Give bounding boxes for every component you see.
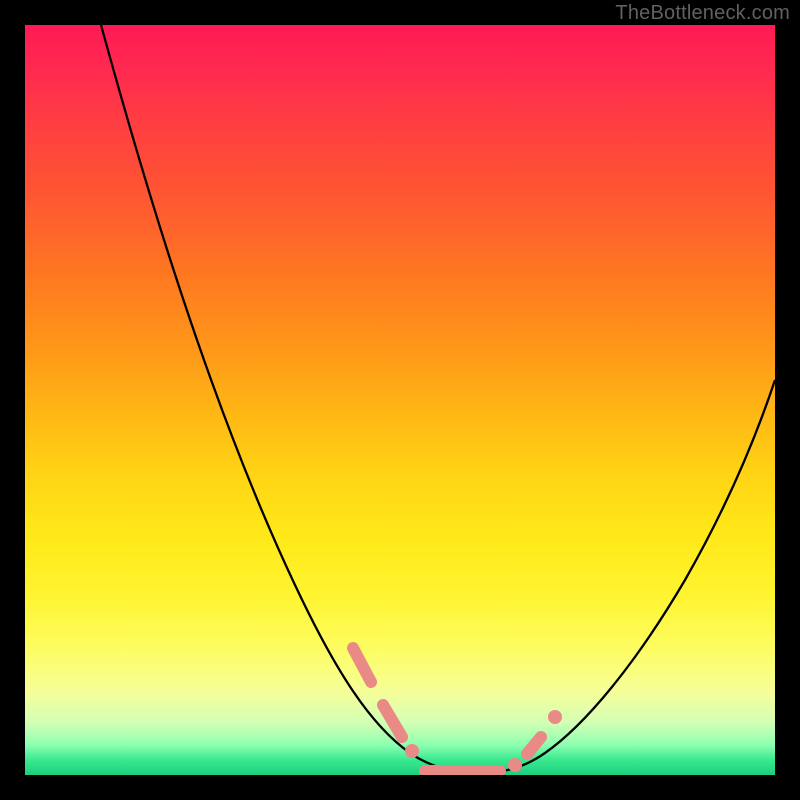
marker-dot-3 bbox=[548, 710, 562, 724]
watermark-text: TheBottleneck.com bbox=[615, 2, 790, 25]
marker-capsule-3 bbox=[527, 737, 541, 754]
plot-area bbox=[25, 25, 775, 775]
bottleneck-curve-svg bbox=[25, 25, 775, 775]
curve-right-branch bbox=[480, 380, 775, 773]
marker-dot-1 bbox=[405, 744, 419, 758]
marker-capsule-1 bbox=[353, 648, 371, 682]
marker-dot-2 bbox=[508, 758, 522, 772]
curve-left-branch bbox=[101, 25, 480, 773]
chart-frame: TheBottleneck.com bbox=[0, 0, 800, 800]
